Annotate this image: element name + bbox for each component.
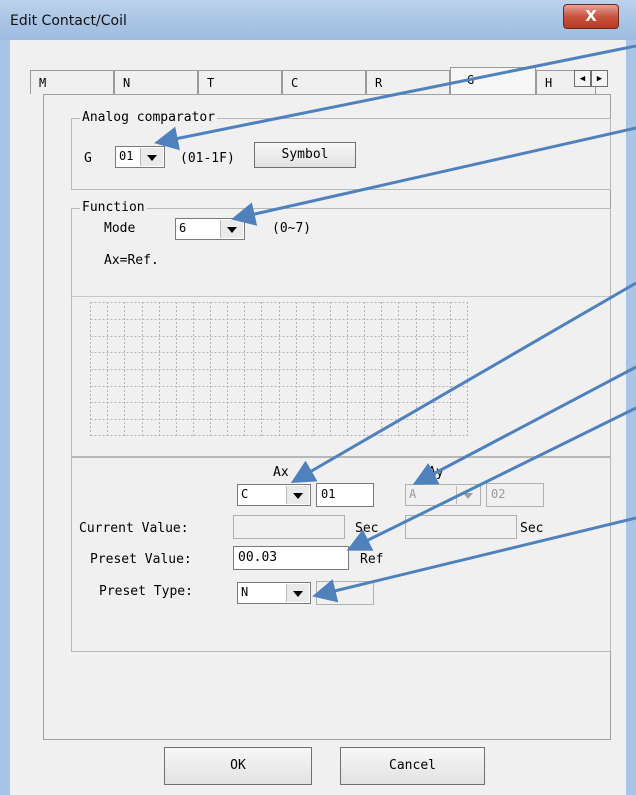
window-title: Edit Contact/Coil xyxy=(10,13,127,29)
mode-range-label: (0~7) xyxy=(272,221,312,236)
ax-label: Ax xyxy=(273,465,289,480)
sec-label-1: Sec xyxy=(355,521,379,536)
g-range-label: (01-1F) xyxy=(180,151,235,166)
preset-type-value: N xyxy=(241,585,249,599)
chevron-down-icon[interactable] xyxy=(140,148,163,166)
ok-button[interactable]: OK xyxy=(164,747,312,785)
window-frame-left xyxy=(0,40,10,795)
tab-scroll-right-icon[interactable]: ▶ xyxy=(591,70,608,87)
ay-type-select[interactable]: A xyxy=(405,484,481,506)
chevron-down-icon xyxy=(456,486,479,504)
function-graph-grid xyxy=(90,302,468,436)
ay-number-field[interactable]: 02 xyxy=(486,483,544,507)
function-legend: Function xyxy=(80,200,147,215)
current-value-label: Current Value: xyxy=(79,521,189,536)
ay-type-value: A xyxy=(409,487,417,501)
current-value-ax-field xyxy=(233,515,345,539)
window-frame-right xyxy=(626,40,636,795)
preset-value-field[interactable]: 00.03 xyxy=(233,546,349,570)
title-bar[interactable]: Edit Contact/Coil X xyxy=(0,0,636,40)
g-number-select[interactable]: 01 xyxy=(115,146,165,168)
chevron-down-icon[interactable] xyxy=(286,486,309,504)
preset-type-label: Preset Type: xyxy=(99,584,193,599)
chevron-down-icon[interactable] xyxy=(286,584,309,602)
dialog-window: Edit Contact/Coil X M N T C R G H ◀ ▶ An… xyxy=(0,0,636,795)
ax-number-field[interactable]: 01 xyxy=(316,483,374,507)
tab-scroll-left-icon[interactable]: ◀ xyxy=(574,70,591,87)
chevron-down-icon[interactable] xyxy=(220,220,243,238)
mode-select[interactable]: 6 xyxy=(175,218,245,240)
sec-label-2: Sec xyxy=(520,521,544,536)
preset-extra-field xyxy=(316,581,374,605)
ay-label: Ay xyxy=(428,465,444,480)
mode-value: 6 xyxy=(179,221,187,235)
function-formula: Ax=Ref. xyxy=(104,253,159,268)
cancel-button[interactable]: Cancel xyxy=(340,747,485,785)
preset-value-label: Preset Value: xyxy=(90,552,192,567)
tab-m[interactable]: M xyxy=(30,70,114,94)
g-label: G xyxy=(84,151,92,166)
current-value-ay-field xyxy=(405,515,517,539)
tab-t[interactable]: T xyxy=(198,70,282,94)
ax-type-value: C xyxy=(241,487,249,501)
preset-type-select[interactable]: N xyxy=(237,582,311,604)
tab-strip: M N T C R G H xyxy=(30,67,610,94)
ref-label: Ref xyxy=(360,552,384,567)
close-icon: X xyxy=(585,7,597,25)
tab-r[interactable]: R xyxy=(366,70,450,94)
close-button[interactable]: X xyxy=(563,4,619,29)
tab-c[interactable]: C xyxy=(282,70,366,94)
g-number-value: 01 xyxy=(119,149,134,163)
analog-comparator-legend: Analog comparator xyxy=(80,110,218,125)
symbol-button[interactable]: Symbol xyxy=(254,142,356,168)
tab-n[interactable]: N xyxy=(114,70,198,94)
mode-label: Mode xyxy=(104,221,136,236)
divider xyxy=(71,296,611,297)
tab-g[interactable]: G xyxy=(450,67,536,94)
ax-type-select[interactable]: C xyxy=(237,484,311,506)
